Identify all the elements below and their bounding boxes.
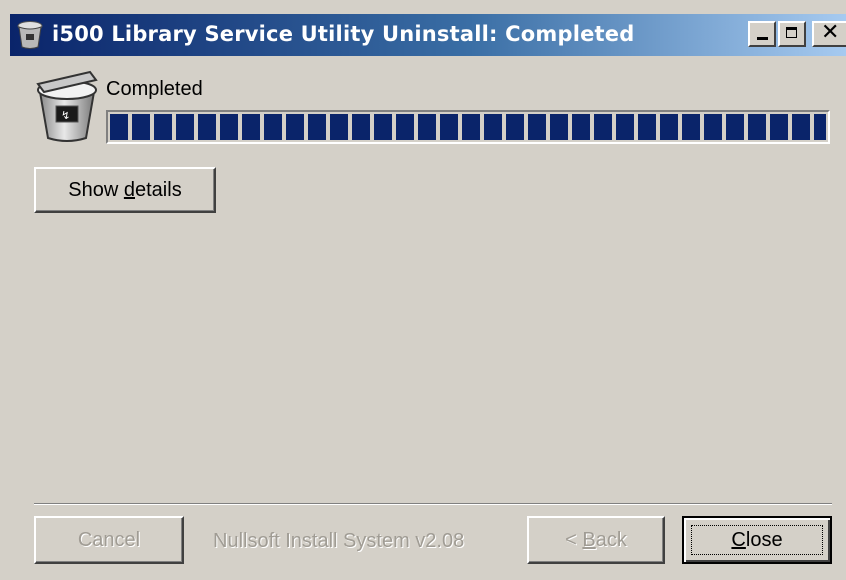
minimize-button[interactable] (748, 21, 776, 47)
show-details-label: Show details (68, 178, 182, 201)
footer-divider (34, 503, 832, 505)
close-button[interactable]: Close (682, 516, 832, 564)
back-label: < Back (565, 528, 627, 551)
maximize-button[interactable] (778, 21, 806, 47)
minimize-icon (757, 37, 768, 40)
cancel-button[interactable]: Cancel (34, 516, 184, 564)
back-button[interactable]: < Back (527, 516, 665, 564)
close-window-button[interactable]: ✕ (812, 21, 846, 47)
uninstaller-window: i500 Library Service Utility Uninstall: … (0, 0, 846, 580)
status-label: Completed (106, 78, 203, 100)
branding-text: Nullsoft Install System v2.08 (213, 530, 465, 552)
window-title: i500 Library Service Utility Uninstall: … (52, 22, 635, 46)
cancel-label: Cancel (77, 528, 141, 551)
svg-text:↯: ↯ (61, 109, 70, 122)
show-details-button[interactable]: Show details (34, 167, 216, 213)
recycle-bin-icon: ↯ (36, 70, 98, 142)
progress-fill (110, 114, 826, 140)
trash-app-icon (17, 21, 43, 49)
maximize-icon (786, 27, 797, 38)
title-bar[interactable]: i500 Library Service Utility Uninstall: … (10, 14, 846, 56)
close-label: Close (731, 528, 783, 551)
progress-bar (106, 110, 830, 144)
close-icon: ✕ (821, 20, 840, 45)
